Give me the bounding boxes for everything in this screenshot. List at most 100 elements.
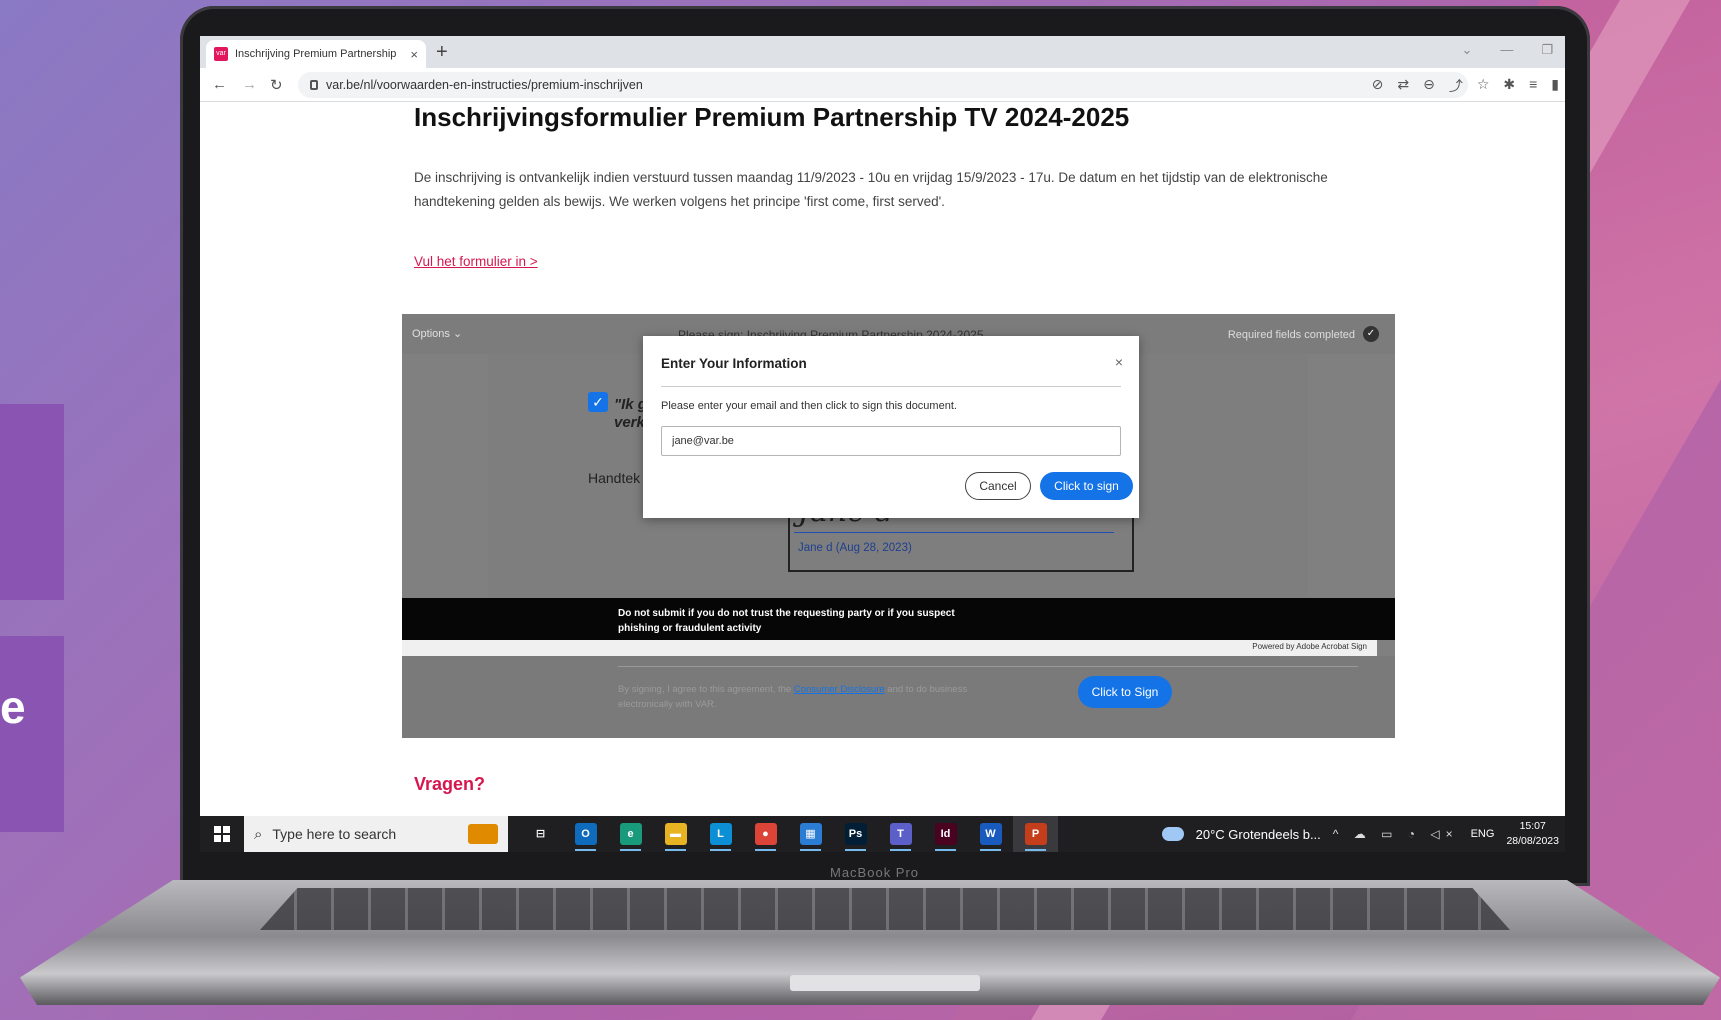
signature-line: [794, 532, 1114, 533]
dialog-title: Enter Your Information: [661, 356, 807, 371]
weather-cloud-icon: [1161, 827, 1184, 841]
taskbar-app-store[interactable]: ▦: [788, 816, 833, 852]
phishing-warning-text: Do not submit if you do not trust the re…: [618, 608, 955, 634]
options-menu[interactable]: Options ⌄: [412, 327, 462, 340]
embed-footer: By signing, I agree to this agreement, t…: [402, 656, 1395, 738]
blocked-icon[interactable]: ⊘: [1372, 76, 1384, 96]
taskbar-app-teams[interactable]: T: [878, 816, 923, 852]
outlook-icon: O: [574, 823, 597, 845]
zoom-icon[interactable]: ⊖: [1423, 76, 1435, 96]
laptop-trackpad: [790, 975, 980, 991]
consumer-disclosure-link[interactable]: Consumer Disclosure: [794, 684, 885, 695]
background-side-panel: [0, 636, 64, 832]
web-page: Inschrijvingsformulier Premium Partnersh…: [200, 102, 1565, 816]
tray-icons[interactable]: ^ ☁ ▭ ◔ ◁×: [1333, 827, 1459, 841]
check-circle-icon: ✓: [1363, 326, 1379, 342]
dialog-message: Please enter your email and then click t…: [661, 400, 957, 412]
taskbar-search[interactable]: ⌕ Type here to search: [244, 816, 508, 852]
laptop-keyboard: [260, 888, 1510, 930]
search-icon: ⌕: [254, 825, 263, 843]
intro-paragraph: De inschrijving is ontvankelijk indien v…: [414, 170, 1328, 209]
taskbar-app-chrome[interactable]: ●: [743, 816, 788, 852]
laptop-screen: var Inschrijving Premium Partnership × +…: [200, 36, 1565, 852]
new-tab-button[interactable]: +: [436, 41, 448, 64]
browser-tab-strip: var Inschrijving Premium Partnership × +…: [200, 36, 1565, 68]
weather-widget[interactable]: 20°C Grotendeels b...: [1196, 827, 1321, 842]
email-field[interactable]: [661, 426, 1121, 456]
chrome-icon: ●: [754, 823, 777, 845]
photoshop-icon: Ps: [844, 823, 867, 845]
taskbar-app-photoshop[interactable]: Ps: [833, 816, 878, 852]
toolbar-icons: ⊘ ⇄ ⊖ ⤴ ☆ ✱ ≡ ▮: [1372, 76, 1559, 96]
taskbar-apps: ⊟ Oe ▬ L ● ▦ Ps T Id W P: [518, 816, 1058, 852]
address-bar[interactable]: var.be/nl/voorwaarden-en-instructies/pre…: [298, 72, 1468, 98]
background-side-letter: e: [0, 681, 26, 733]
taskbar-app-outlook[interactable]: O: [563, 816, 608, 852]
language-indicator[interactable]: ENG: [1471, 828, 1495, 840]
questions-heading: Vragen?: [414, 774, 486, 794]
forward-button[interactable]: →: [242, 76, 257, 93]
bookmark-star-icon[interactable]: ☆: [1477, 76, 1490, 96]
page-title: Inschrijvingsformulier Premium Partnersh…: [414, 102, 1130, 132]
indesign-icon: Id: [934, 823, 957, 845]
taskbar-app-indesign[interactable]: Id: [923, 816, 968, 852]
click-to-sign-button[interactable]: Click to Sign: [1078, 676, 1172, 708]
store-icon: ▦: [799, 823, 822, 845]
clock[interactable]: 15:07 28/08/2023: [1506, 819, 1559, 849]
task-view-icon: ⊟: [529, 823, 552, 845]
dialog-divider: [661, 386, 1121, 387]
app-l-icon: L: [709, 823, 732, 845]
click-to-sign-confirm-button[interactable]: Click to sign: [1040, 472, 1133, 500]
share-icon[interactable]: ⤴: [1449, 76, 1463, 96]
minimize-button[interactable]: —: [1500, 42, 1513, 58]
powered-by-bar: Powered by Adobe Acrobat Sign: [402, 640, 1377, 656]
browser-toolbar: ← → ↻ var.be/nl/voorwaarden-en-instructi…: [200, 68, 1565, 102]
laptop-label: MacBook Pro: [830, 865, 920, 880]
translate-icon[interactable]: ⇄: [1397, 76, 1409, 96]
back-button[interactable]: ←: [212, 76, 227, 93]
file-explorer-icon: ▬: [664, 823, 687, 845]
cancel-button[interactable]: Cancel: [965, 472, 1031, 500]
system-tray: 20°C Grotendeels b... ^ ☁ ▭ ◔ ◁× ENG 15:…: [1161, 816, 1559, 852]
windows-taskbar: ⌕ Type here to search ⊟ Oe ▬ L ● ▦ Ps T Id W P 20°…: [200, 816, 1565, 852]
taskbar-app-file-explorer[interactable]: ▬: [653, 816, 698, 852]
url-text[interactable]: var.be/nl/voorwaarden-en-instructies/pre…: [326, 78, 643, 92]
agreement-checkbox[interactable]: ✓: [588, 392, 608, 412]
clock-date: 28/08/2023: [1506, 835, 1559, 847]
agreement-text: "Ik g: [614, 396, 647, 413]
close-icon[interactable]: ×: [1115, 354, 1123, 370]
windows-start-icon[interactable]: [214, 826, 230, 842]
clock-time: 15:07: [1519, 820, 1546, 832]
signature-label: Handtek: [588, 470, 641, 486]
taskbar-app-powerpoint[interactable]: P: [1013, 816, 1058, 852]
extensions-icon[interactable]: ✱: [1503, 76, 1515, 96]
phishing-warning-bar: Do not submit if you do not trust the re…: [402, 598, 1395, 640]
browser-tab[interactable]: var Inschrijving Premium Partnership ×: [206, 40, 426, 68]
taskbar-app-app-l[interactable]: L: [698, 816, 743, 852]
tab-close-icon[interactable]: ×: [410, 47, 418, 62]
side-panel-icon[interactable]: ▮: [1551, 76, 1559, 96]
consent-text-start: By signing, I agree to this agreement, t…: [618, 684, 794, 695]
powered-by-text: Powered by Adobe Acrobat Sign: [1252, 642, 1367, 651]
taskbar-app-word[interactable]: W: [968, 816, 1013, 852]
reading-list-icon[interactable]: ≡: [1529, 76, 1537, 96]
lock-icon: [310, 80, 318, 90]
footer-divider: [618, 666, 1358, 667]
edge-icon: e: [619, 823, 642, 845]
fill-form-link[interactable]: Vul het formulier in >: [414, 254, 538, 269]
powerpoint-icon: P: [1024, 823, 1047, 845]
consent-text: By signing, I agree to this agreement, t…: [618, 682, 998, 712]
required-fields-status: Required fields completed: [1227, 329, 1355, 341]
enter-info-dialog: Enter Your Information × Please enter yo…: [643, 336, 1139, 518]
adobe-sign-embed: Options ⌄ Please sign: Inschrijving Prem…: [402, 314, 1395, 738]
tab-title: Inschrijving Premium Partnership: [235, 48, 397, 60]
tab-search-icon[interactable]: ⌄: [1461, 42, 1472, 58]
window-controls: ⌄ — ❐: [1461, 42, 1553, 58]
taskbar-app-edge[interactable]: e: [608, 816, 653, 852]
restore-button[interactable]: ❐: [1541, 42, 1553, 58]
reload-button[interactable]: ↻: [270, 76, 283, 94]
var-favicon-icon: var: [214, 47, 228, 61]
briefcase-icon: [468, 824, 498, 844]
teams-icon: T: [889, 823, 912, 845]
taskbar-app-task-view[interactable]: ⊟: [518, 816, 563, 852]
